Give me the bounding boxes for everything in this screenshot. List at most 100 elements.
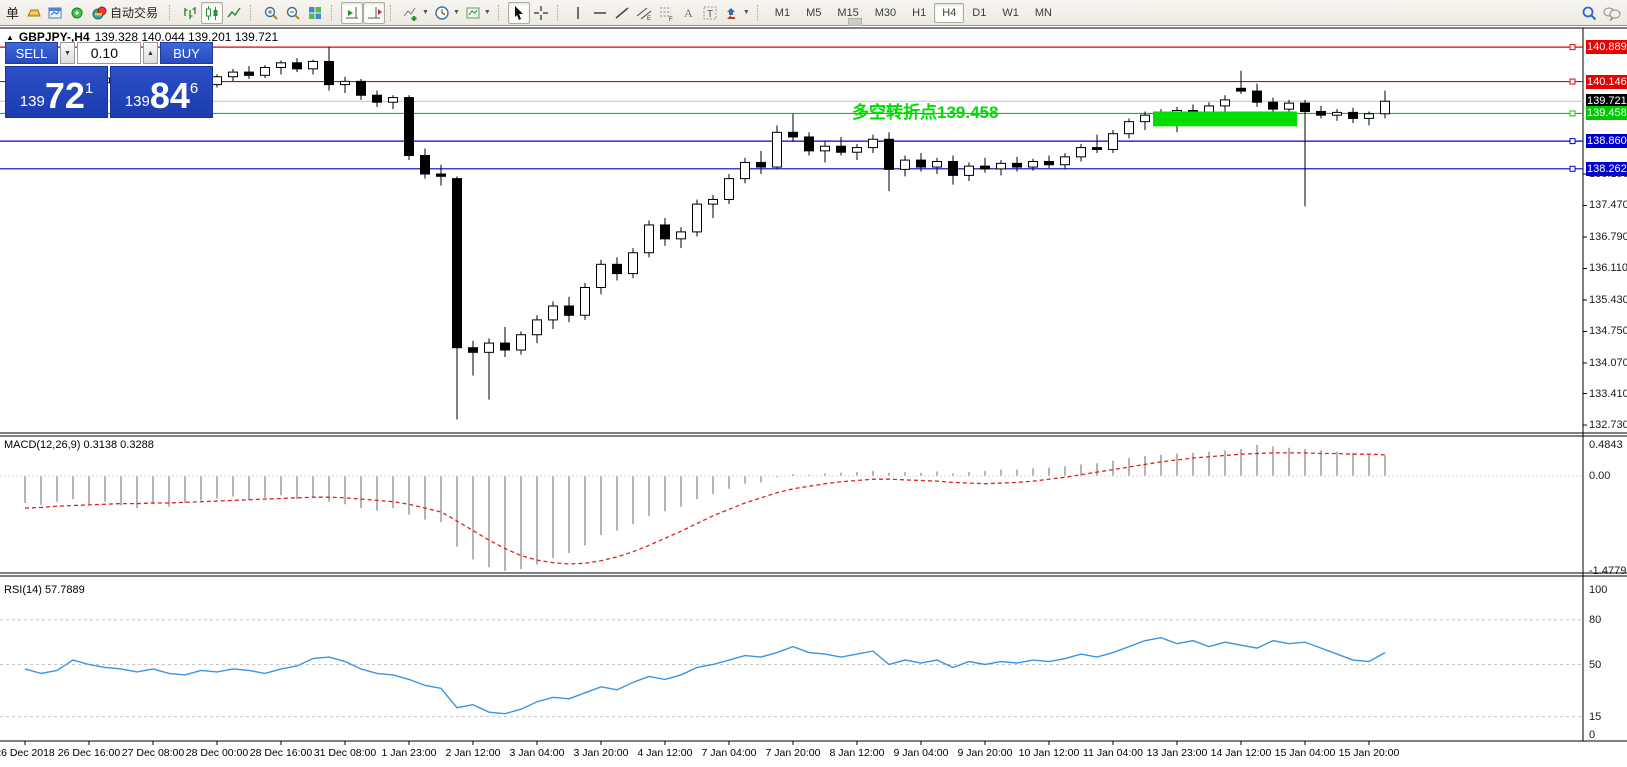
macd-signal-line: [25, 453, 1385, 564]
candle-64: [1045, 161, 1054, 164]
price-badge-resistance: 140.889: [1586, 40, 1627, 54]
candle-28: [469, 348, 478, 353]
zoom-out-icon[interactable]: [282, 2, 304, 24]
indicators-icon[interactable]: ▼: [400, 2, 431, 24]
time-axis-label: 13 Jan 23:00: [1147, 747, 1208, 759]
candle-14: [245, 72, 254, 75]
arrows-icon[interactable]: ▼: [721, 2, 752, 24]
line-handle-139.458[interactable]: [1570, 111, 1575, 116]
volume-value[interactable]: 0.10: [77, 42, 141, 64]
line-handle-138.860[interactable]: [1570, 139, 1575, 144]
candle-51: [837, 146, 846, 152]
templates-icon[interactable]: ▼: [462, 2, 493, 24]
candle-29: [485, 343, 494, 352]
price-axis-tick-label: 135.430: [1589, 294, 1627, 306]
toolbar-separator: [498, 5, 504, 21]
chart-canvas[interactable]: [0, 27, 1627, 767]
timeframe-button-mn[interactable]: MN: [1027, 3, 1060, 23]
candle-45: [741, 162, 750, 178]
candle-39: [645, 225, 654, 253]
auto-scroll-icon[interactable]: [341, 2, 363, 24]
text-label-icon[interactable]: T: [699, 2, 721, 24]
svg-text:A: A: [684, 6, 693, 20]
buy-price-display[interactable]: 139 84 6: [110, 66, 213, 118]
candle-35: [581, 287, 590, 315]
horizontal-line-icon[interactable]: [589, 2, 611, 24]
line-chart-icon[interactable]: [223, 2, 245, 24]
candle-61: [997, 163, 1006, 169]
timeframe-button-m5[interactable]: M5: [798, 3, 829, 23]
indicators-dropdown-arrow[interactable]: ▼: [422, 9, 429, 16]
rsi-axis-label: 15: [1589, 711, 1601, 723]
price-badge-support: 138.860: [1586, 134, 1627, 148]
candle-31: [517, 335, 526, 350]
time-axis-label: 1 Jan 23:00: [382, 747, 437, 759]
volume-decrease-button[interactable]: ▼: [60, 42, 75, 64]
time-axis-label: 7 Jan 04:00: [702, 747, 757, 759]
auto-trading-button[interactable]: 自动交易: [88, 2, 164, 24]
fibonacci-icon[interactable]: F: [655, 2, 677, 24]
auto-trading-label: 自动交易: [108, 4, 162, 21]
templates-dropdown-arrow[interactable]: ▼: [484, 9, 491, 16]
tile-windows-icon[interactable]: [304, 2, 326, 24]
sell-button[interactable]: SELL: [5, 42, 58, 64]
timeframe-button-m30[interactable]: M30: [867, 3, 904, 23]
timeframe-button-d1[interactable]: D1: [964, 3, 994, 23]
signals-icon[interactable]: [66, 2, 88, 24]
line-handle-138.262[interactable]: [1570, 166, 1575, 171]
svg-text:T: T: [707, 9, 713, 20]
line-handle-140.146[interactable]: [1570, 79, 1575, 84]
new-order-icon[interactable]: [22, 2, 44, 24]
candle-50: [821, 146, 830, 151]
zoom-in-icon[interactable]: [260, 2, 282, 24]
vertical-line-icon[interactable]: [567, 2, 589, 24]
window-splitter-handle[interactable]: [848, 18, 862, 26]
bar-chart-icon[interactable]: [179, 2, 201, 24]
rsi-line: [25, 638, 1385, 714]
timeframe-button-h1[interactable]: H1: [904, 3, 934, 23]
time-axis-label: 4 Jan 12:00: [638, 747, 693, 759]
periods-icon[interactable]: ▼: [431, 2, 462, 24]
pivot-zone-rectangle[interactable]: [1153, 111, 1297, 126]
volume-increase-button[interactable]: ▲: [143, 42, 158, 64]
sell-price-display[interactable]: 139 72 1: [5, 66, 108, 118]
timeframe-button-w1[interactable]: W1: [994, 3, 1027, 23]
macd-axis-label: 0.00: [1589, 470, 1610, 482]
text-icon[interactable]: A: [677, 2, 699, 24]
buy-button[interactable]: BUY: [160, 42, 213, 64]
chart-area[interactable]: ▲ GBPJPY-,H4 139.328 140.044 139.201 139…: [0, 27, 1627, 767]
cursor-icon[interactable]: [508, 2, 530, 24]
rsi-axis-label: 80: [1589, 614, 1601, 626]
crosshair-icon[interactable]: [530, 2, 552, 24]
symbol-collapse-icon[interactable]: ▲: [6, 33, 14, 42]
time-axis-label: 3 Jan 04:00: [510, 747, 565, 759]
candle-48: [789, 132, 798, 137]
order-menu-label[interactable]: 单: [3, 3, 22, 22]
candle-70: [1141, 115, 1150, 121]
candle-63: [1029, 161, 1038, 167]
timeframe-button-h4[interactable]: H4: [934, 3, 964, 23]
price-axis-tick-label: 136.110: [1589, 262, 1627, 274]
candle-59: [965, 166, 974, 175]
candle-57: [933, 161, 942, 167]
arrows-dropdown-arrow[interactable]: ▼: [743, 9, 750, 16]
chat-icon[interactable]: [1600, 2, 1624, 24]
chart-shift-icon[interactable]: [363, 2, 385, 24]
market-watch-icon[interactable]: [44, 2, 66, 24]
rsi-indicator-title: RSI(14) 57.7889: [4, 584, 85, 596]
time-axis-label: 26 Dec 16:00: [58, 747, 120, 759]
timeframe-button-m1[interactable]: M1: [767, 3, 798, 23]
candle-77: [1253, 91, 1262, 102]
candlestick-chart-icon[interactable]: [201, 2, 223, 24]
line-handle-140.889[interactable]: [1570, 45, 1575, 50]
sell-price-pip: 1: [85, 80, 93, 97]
rsi-axis-label: 50: [1589, 659, 1601, 671]
search-icon[interactable]: [1578, 2, 1600, 24]
auto-trading-icon: [90, 4, 108, 22]
periods-dropdown-arrow[interactable]: ▼: [453, 9, 460, 16]
svg-text:F: F: [669, 17, 673, 22]
trendline-icon[interactable]: [611, 2, 633, 24]
candle-47: [773, 132, 782, 167]
channel-icon[interactable]: E: [633, 2, 655, 24]
candle-25: [421, 155, 430, 174]
